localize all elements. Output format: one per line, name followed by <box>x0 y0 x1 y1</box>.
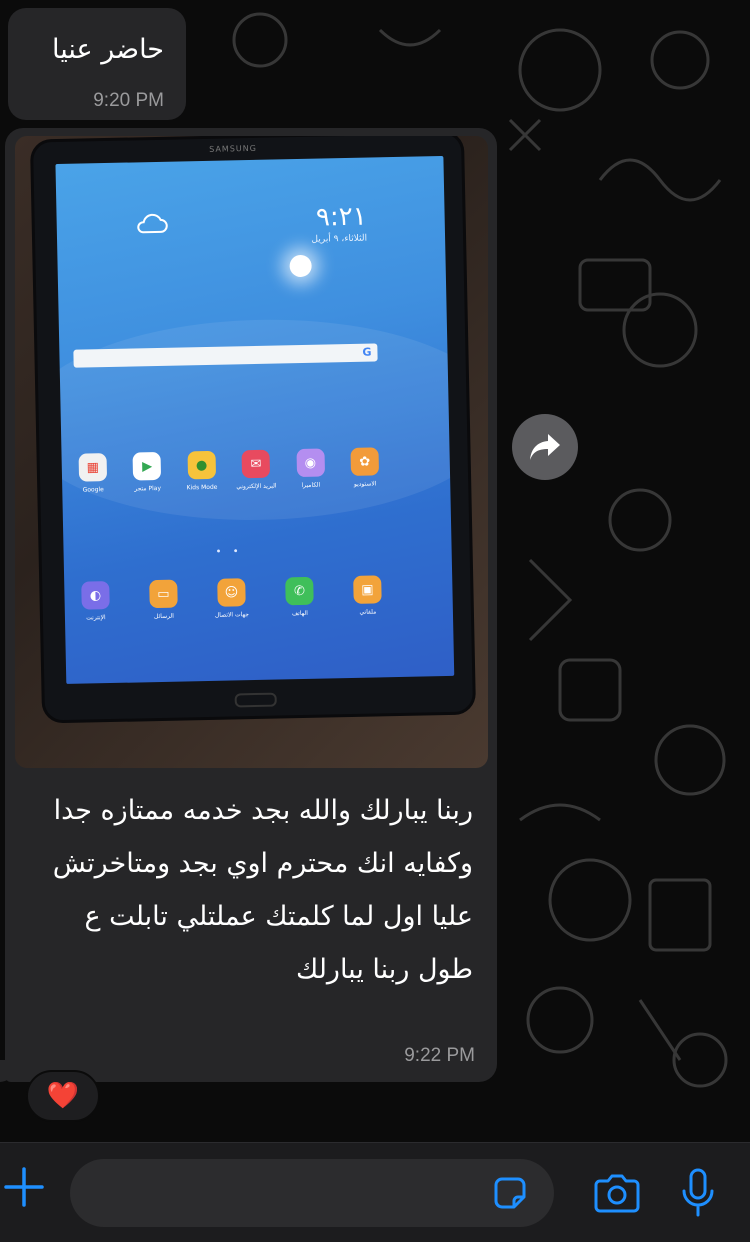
tablet-app: ✉ البريد الإلكتروني <box>233 449 280 490</box>
email-icon: ✉ <box>241 449 271 479</box>
tablet-device: SAMSUNG ٩:٢١ الثلاثاء، ٩ أبريل G ▦ Google… <box>32 136 474 721</box>
camera-icon[interactable] <box>592 1173 642 1213</box>
microphone-icon[interactable] <box>680 1167 716 1219</box>
message-time: 9:20 PM <box>93 90 164 111</box>
page-indicator: • • <box>215 546 243 558</box>
messages-icon: ▭ <box>149 579 178 609</box>
message-time: 9:22 PM <box>404 1045 475 1066</box>
tablet-clock: ٩:٢١ <box>315 201 367 233</box>
tablet-app-row-2: ◐ الإنترنت ▭ الرسائل ☺ جهات الاتصال ✆ الهاتف… <box>72 575 391 622</box>
plus-icon[interactable] <box>2 1165 46 1209</box>
message-bubble-1[interactable]: حاضر عنيا 9:20 PM <box>8 8 186 120</box>
tablet-home-button <box>234 692 277 708</box>
google-g-icon: G <box>362 345 372 359</box>
forward-button[interactable] <box>512 414 578 480</box>
weather-cloud-icon <box>137 213 168 234</box>
tablet-app: ☺ جهات الاتصال <box>208 578 255 619</box>
message-photo[interactable]: SAMSUNG ٩:٢١ الثلاثاء، ٩ أبريل G ▦ Google… <box>15 136 488 768</box>
my-files-icon: ▣ <box>353 575 382 604</box>
tablet-app-row-1: ▦ Google ▶ متجر Play ● Kids Mode ✉ البريد ال… <box>70 447 389 494</box>
internet-icon: ◐ <box>81 581 110 610</box>
message-input-bar <box>0 1142 750 1242</box>
play-store-icon: ▶ <box>132 451 162 481</box>
reaction-heart[interactable]: ❤️ <box>26 1070 100 1122</box>
tablet-app: ▭ الرسائل <box>140 579 187 620</box>
message-text: حاضر عنيا <box>52 34 164 65</box>
google-folder-icon: ▦ <box>78 453 108 482</box>
camera-app-icon: ◉ <box>296 448 325 478</box>
tablet-app: ● Kids Mode <box>178 450 225 492</box>
tablet-app: ▣ ملفاتي <box>344 575 391 616</box>
phone-icon: ✆ <box>285 576 314 606</box>
tablet-app: ◉ الكاميرا <box>287 448 334 489</box>
contacts-icon: ☺ <box>217 578 246 607</box>
forward-icon <box>530 434 560 460</box>
sticker-icon[interactable] <box>490 1173 530 1213</box>
gallery-icon: ✿ <box>350 447 379 476</box>
message-input[interactable] <box>70 1159 554 1227</box>
tablet-date: الثلاثاء، ٩ أبريل <box>311 233 368 245</box>
light-glare <box>289 254 312 278</box>
tablet-app: ▶ متجر Play <box>124 451 171 493</box>
heart-icon: ❤️ <box>46 1081 80 1111</box>
tablet-app: ◐ الإنترنت <box>72 581 119 622</box>
tablet-screen: ٩:٢١ الثلاثاء، ٩ أبريل G ▦ Google ▶ متجر P… <box>55 155 455 684</box>
kids-mode-icon: ● <box>187 450 216 480</box>
tablet-app: ✆ الهاتف <box>276 576 323 618</box>
message-text: ربنا يبارلك والله بجد خدمه ممتازه جدا وك… <box>52 795 473 985</box>
tablet-app: ✿ الاستوديو <box>341 447 388 488</box>
message-bubble-2[interactable]: SAMSUNG ٩:٢١ الثلاثاء، ٩ أبريل G ▦ Google… <box>5 128 497 1082</box>
tablet-app: ▦ Google <box>70 453 117 494</box>
tablet-brand: SAMSUNG <box>209 143 257 154</box>
